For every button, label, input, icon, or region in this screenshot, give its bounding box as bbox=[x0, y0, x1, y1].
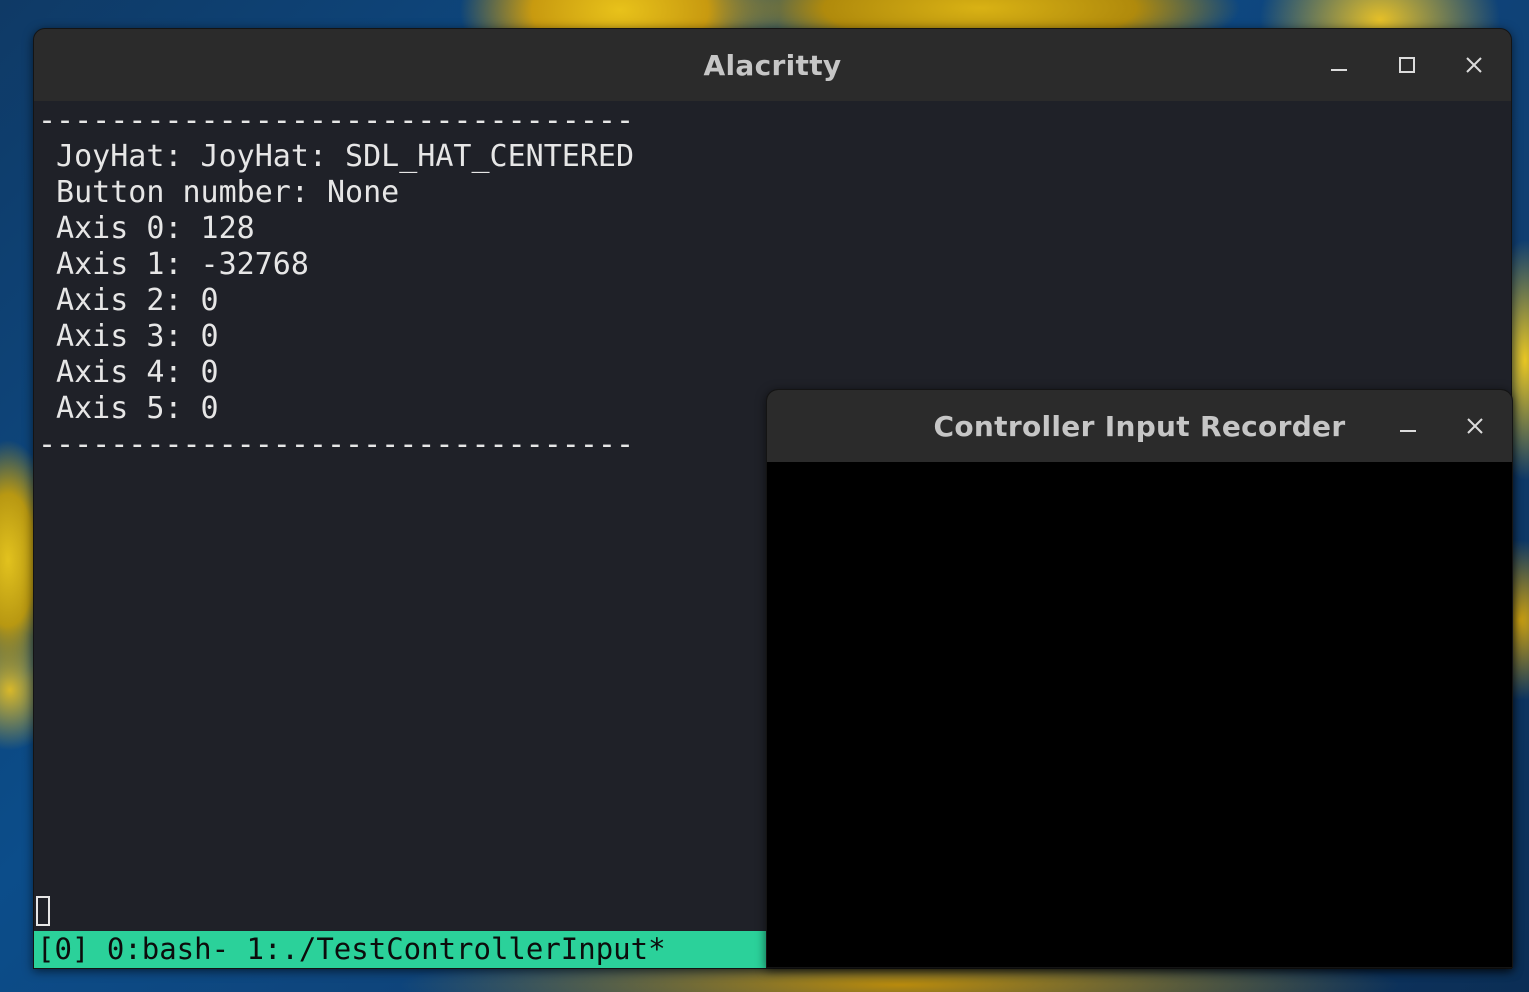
output-line: Axis 3: 0 bbox=[38, 319, 219, 354]
output-line: Axis 4: 0 bbox=[38, 355, 219, 390]
maximize-icon bbox=[1399, 57, 1415, 73]
output-line: JoyHat: JoyHat: SDL_HAT_CENTERED bbox=[38, 139, 635, 174]
minimize-icon bbox=[1331, 69, 1347, 71]
output-line: Axis 5: 0 bbox=[38, 391, 219, 426]
output-line: Axis 0: 128 bbox=[38, 211, 255, 246]
alacritty-titlebar[interactable]: Alacritty bbox=[34, 29, 1511, 101]
minimize-button[interactable] bbox=[1322, 48, 1356, 82]
separator-line: --------------------------------- bbox=[38, 103, 635, 138]
close-icon bbox=[1466, 57, 1482, 73]
window-title: Alacritty bbox=[703, 48, 842, 82]
recorder-window: Controller Input Recorder bbox=[766, 389, 1513, 968]
close-button[interactable] bbox=[1457, 48, 1491, 82]
minimize-button[interactable] bbox=[1391, 409, 1425, 443]
output-line: Axis 2: 0 bbox=[38, 283, 219, 318]
recorder-titlebar[interactable]: Controller Input Recorder bbox=[767, 390, 1512, 462]
maximize-button[interactable] bbox=[1390, 48, 1424, 82]
separator-line: --------------------------------- bbox=[38, 427, 635, 462]
output-line: Button number: None bbox=[38, 175, 400, 210]
close-icon bbox=[1467, 418, 1483, 434]
terminal-cursor bbox=[36, 896, 50, 926]
output-line: Axis 1: -32768 bbox=[38, 247, 309, 282]
tmux-status-bar[interactable]: [0] 0:bash- 1:./TestControllerInput* bbox=[34, 931, 766, 968]
window-title: Controller Input Recorder bbox=[933, 409, 1346, 443]
close-button[interactable] bbox=[1458, 409, 1492, 443]
recorder-canvas[interactable] bbox=[767, 462, 1512, 967]
minimize-icon bbox=[1400, 430, 1416, 432]
